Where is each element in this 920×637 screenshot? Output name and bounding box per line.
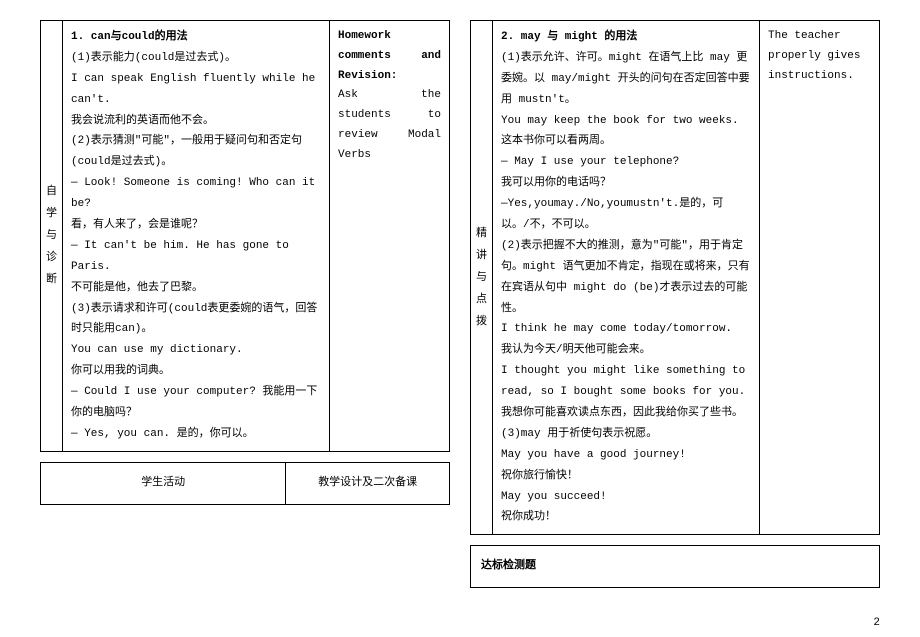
left-notes-cell: Homework comments and Revision: Ask the … — [330, 21, 450, 452]
teaching-design-header: 教学设计及二次备课 — [286, 462, 450, 504]
left-heading: 1. can与could的用法 — [71, 27, 321, 48]
vlabel-char: 点 — [473, 289, 490, 311]
vlabel-char: 诊 — [43, 247, 60, 269]
content-line: 我可以用你的电话吗？ — [501, 173, 751, 194]
left-main-table: 自 学 与 诊 断 1. can与could的用法 (1)表示能力(could是… — [40, 20, 450, 452]
content-line: (1)表示允许、许可。might 在语气上比 may 更委婉。以 may/mig… — [501, 48, 751, 111]
notes-line: properly gives — [768, 47, 871, 67]
notes-line: instructions. — [768, 67, 871, 87]
content-line: 祝你旅行愉快！ — [501, 466, 751, 487]
content-line: — Could I use your computer? 我能用一下你的电脑吗？ — [71, 382, 321, 424]
content-line: You may keep the book for two weeks. — [501, 111, 751, 132]
right-main-table: 精 讲 与 点 拨 2. may 与 might 的用法 (1)表示允许、许可。… — [470, 20, 880, 535]
vlabel-char: 与 — [43, 225, 60, 247]
content-line: (2)表示猜测"可能"，一般用于疑问句和否定句(could是过去式)。 — [71, 131, 321, 173]
right-notes-cell: The teacher properly gives instructions. — [760, 21, 880, 535]
content-line: You can use my dictionary. — [71, 340, 321, 361]
vlabel-char: 拨 — [473, 311, 490, 333]
right-content-cell: 2. may 与 might 的用法 (1)表示允许、许可。might 在语气上… — [493, 21, 760, 535]
content-line: 我想你可能喜欢读点东西，因此我给你买了些书。 — [501, 403, 751, 424]
content-line: May you have a good journey! — [501, 445, 751, 466]
content-line: (2)表示把握不大的推测，意为"可能"，用于肯定句。might 语气更加不肯定，… — [501, 236, 751, 320]
quiz-title: 达标检测题 — [471, 546, 880, 588]
content-line: (1)表示能力(could是过去式)。 — [71, 48, 321, 69]
content-line: 看，有人来了，会是谁呢？ — [71, 215, 321, 236]
content-line: 不可能是他，他去了巴黎。 — [71, 278, 321, 299]
content-line: (3)表示请求和许可(could表更委婉的语气，回答时只能用can)。 — [71, 299, 321, 341]
left-vertical-label: 自 学 与 诊 断 — [41, 21, 63, 452]
vlabel-char: 与 — [473, 267, 490, 289]
left-content-cell: 1. can与could的用法 (1)表示能力(could是过去式)。 I ca… — [63, 21, 330, 452]
page-number: 2 — [873, 617, 880, 629]
content-line: —Yes,youmay./No,youmustn't.是的，可以。/不，不可以。 — [501, 194, 751, 236]
content-line: 祝你成功！ — [501, 507, 751, 528]
content-line: — Look! Someone is coming! Who can it be… — [71, 173, 321, 215]
notes-line: The teacher — [768, 27, 871, 47]
vlabel-char: 精 — [473, 223, 490, 245]
right-vertical-label: 精 讲 与 点 拨 — [471, 21, 493, 535]
content-line: I can speak English fluently while he ca… — [71, 69, 321, 111]
content-line: I think he may come today/tomorrow. — [501, 319, 751, 340]
content-line: 这本书你可以看两周。 — [501, 131, 751, 152]
vlabel-char: 自 — [43, 181, 60, 203]
left-bottom-table: 学生活动 教学设计及二次备课 — [40, 462, 450, 505]
student-activity-header: 学生活动 — [41, 462, 286, 504]
vlabel-char: 学 — [43, 203, 60, 225]
content-line: (3)may 用于祈使句表示祝愿。 — [501, 424, 751, 445]
right-heading: 2. may 与 might 的用法 — [501, 27, 751, 48]
content-line: I thought you might like something to re… — [501, 361, 751, 403]
content-line: — Yes, you can. 是的，你可以。 — [71, 424, 321, 445]
content-line: 我认为今天/明天他可能会来。 — [501, 340, 751, 361]
vlabel-char: 断 — [43, 269, 60, 291]
content-line: May you succeed! — [501, 487, 751, 508]
content-line: — May I use your telephone? — [501, 152, 751, 173]
content-line: 我会说流利的英语而他不会。 — [71, 111, 321, 132]
content-line: 你可以用我的词典。 — [71, 361, 321, 382]
content-line: — It can't be him. He has gone to Paris. — [71, 236, 321, 278]
right-bottom-table: 达标检测题 — [470, 545, 880, 588]
notes-heading: Homework comments and Revision: — [338, 27, 441, 86]
vlabel-char: 讲 — [473, 245, 490, 267]
notes-body: Ask the students to review Modal Verbs — [338, 86, 441, 165]
